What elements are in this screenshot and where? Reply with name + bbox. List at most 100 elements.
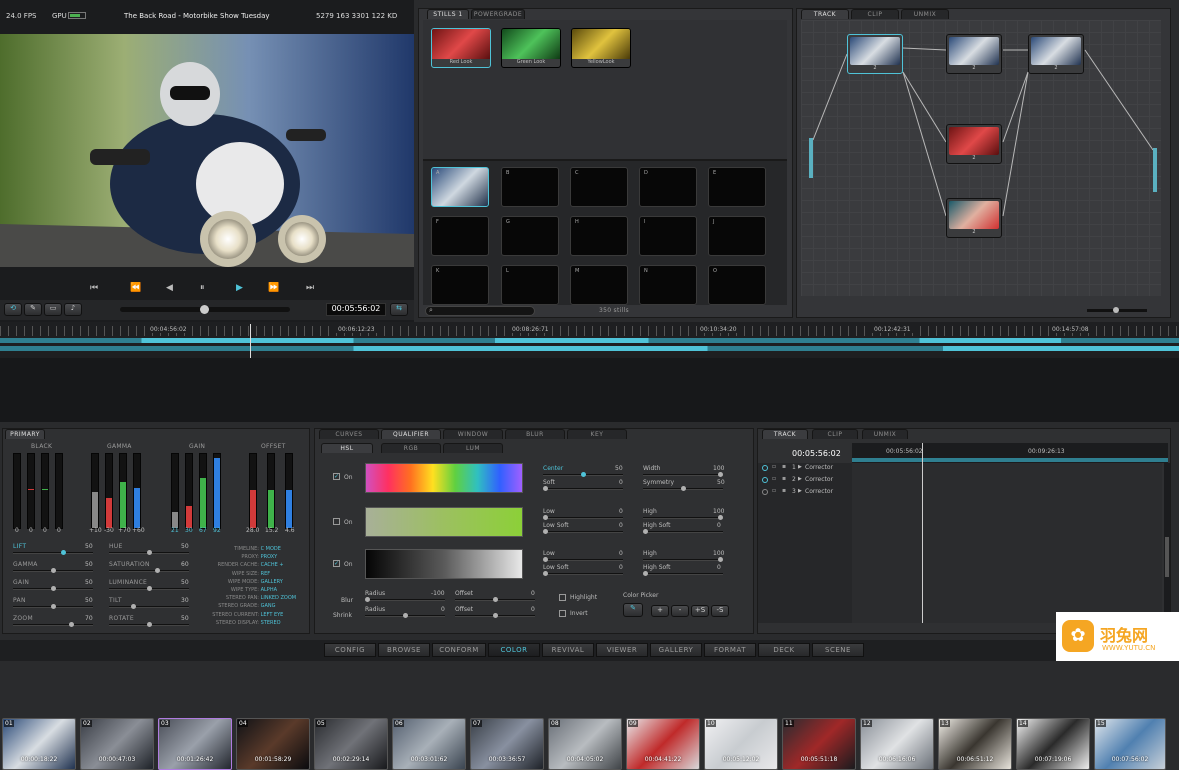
tab-curves[interactable]: CURVES (319, 429, 379, 439)
go-to-start-icon[interactable]: ⏮ (90, 283, 98, 293)
still-slot-o[interactable]: O (708, 265, 766, 305)
picker-add-button[interactable]: + (651, 605, 669, 617)
tab-blur[interactable]: BLUR (505, 429, 565, 439)
still-slot-b[interactable]: B (501, 167, 559, 207)
picker-add-soft-button[interactable]: +S (691, 605, 709, 617)
tab-primary[interactable]: PRIMARY (5, 429, 45, 439)
luminance-gradient[interactable] (365, 549, 523, 579)
track-row[interactable]: ▫ ▪ 3 ▶ Corrector (762, 487, 850, 499)
sat-high-soft-slider[interactable] (643, 529, 723, 534)
loop-tool-icon[interactable]: ⟲ (4, 303, 22, 316)
lum-low-slider[interactable] (543, 557, 623, 562)
still-slot-e[interactable]: E (708, 167, 766, 207)
black-red-meter[interactable] (27, 453, 35, 529)
clip-07[interactable]: 07 00:03:36:57 (470, 718, 544, 770)
page-scene[interactable]: SCENE (812, 643, 864, 657)
track-row[interactable]: ▫ ▪ 2 ▶ Corrector (762, 475, 850, 487)
still-slot-i[interactable]: I (639, 216, 697, 256)
tab-track[interactable]: TRACK (801, 9, 849, 19)
lock-icon[interactable]: ▫ (772, 487, 776, 494)
still-slot-l[interactable]: L (501, 265, 559, 305)
tab-qualifier[interactable]: QUALIFIER (381, 429, 441, 439)
go-to-end-icon[interactable]: ⏭ (306, 283, 314, 293)
sat-high-slider[interactable] (643, 515, 723, 520)
gamma-blue-meter[interactable] (133, 453, 141, 529)
still-slot-f[interactable]: F (431, 216, 489, 256)
rewind-icon[interactable]: ⏪ (130, 283, 141, 293)
step-back-icon[interactable]: ◀ (166, 283, 173, 293)
still-green-look[interactable]: Green Look (501, 28, 561, 68)
still-red-look[interactable]: Red Look (431, 28, 491, 68)
output-handle[interactable] (1153, 148, 1157, 192)
clip-08[interactable]: 08 00:04:05:02 (548, 718, 622, 770)
page-color[interactable]: COLOR (488, 643, 540, 657)
sat-low-soft-slider[interactable] (543, 529, 623, 534)
tilt-slider[interactable] (109, 604, 189, 609)
tab-powergrade[interactable]: POWERGRADE (471, 9, 525, 19)
page-conform[interactable]: CONFORM (432, 643, 486, 657)
hue-slider[interactable] (109, 550, 189, 555)
playhead[interactable] (250, 324, 251, 358)
invert-checkbox[interactable] (559, 610, 566, 617)
clip-05[interactable]: 05 00:02:29:14 (314, 718, 388, 770)
lift-slider[interactable] (13, 550, 93, 555)
tab-rgb[interactable]: RGB (381, 443, 441, 453)
center-slider[interactable] (543, 472, 623, 477)
still-slot-g[interactable]: G (501, 216, 559, 256)
clip-06[interactable]: 06 00:03:01:62 (392, 718, 466, 770)
tab-clip[interactable]: CLIP (851, 9, 899, 19)
eyedropper-icon[interactable]: ✎ (623, 603, 643, 617)
lum-low-soft-slider[interactable] (543, 571, 623, 576)
tab-stills-1[interactable]: STILLS 1 (427, 9, 469, 19)
saturation-gradient[interactable] (365, 507, 523, 537)
shrink-offset-slider[interactable] (455, 613, 535, 618)
page-config[interactable]: CONFIG (324, 643, 376, 657)
active-dot-icon[interactable] (762, 477, 768, 483)
lock-icon[interactable]: ▫ (772, 475, 776, 482)
clip-14[interactable]: 14 00:07:19:06 (1016, 718, 1090, 770)
node-zoom-slider[interactable] (1087, 307, 1147, 313)
node-5[interactable]: 2 (946, 198, 1002, 238)
black-green-meter[interactable] (41, 453, 49, 529)
track-playhead[interactable] (922, 443, 923, 623)
node-4[interactable]: 2 (946, 124, 1002, 164)
blur-radius-slider[interactable] (365, 597, 445, 602)
sat-checkbox[interactable] (333, 518, 340, 525)
still-slot-a[interactable]: A (431, 167, 489, 207)
width-slider[interactable] (643, 472, 723, 477)
tab-hsl[interactable]: HSL (321, 443, 373, 453)
expand-arrow-icon[interactable]: ▶ (798, 488, 802, 494)
gamma-master-meter[interactable] (91, 453, 99, 529)
visible-icon[interactable]: ▪ (782, 487, 786, 494)
visible-icon[interactable]: ▪ (782, 463, 786, 470)
gain-blue-meter[interactable] (213, 453, 221, 529)
black-master-meter[interactable] (13, 453, 21, 529)
tab-lum[interactable]: LUM (443, 443, 503, 453)
timeline-ruler[interactable]: 00:04:56:02 00:06:12:23 00:08:26:71 00:1… (0, 322, 1179, 358)
node-1[interactable]: 2 (847, 34, 903, 74)
expand-arrow-icon[interactable]: ▶ (798, 464, 802, 470)
tab-key[interactable]: KEY (567, 429, 627, 439)
gain-green-meter[interactable] (199, 453, 207, 529)
still-slot-k[interactable]: K (431, 265, 489, 305)
clip-13[interactable]: 13 00:06:51:12 (938, 718, 1012, 770)
input-handle[interactable] (809, 138, 813, 178)
tab-clip-lower[interactable]: CLIP (812, 429, 858, 439)
still-slot-c[interactable]: C (570, 167, 628, 207)
lock-icon[interactable]: ▫ (772, 463, 776, 470)
tab-window[interactable]: WINDOW (443, 429, 503, 439)
clip-04[interactable]: 04 00:01:58:29 (236, 718, 310, 770)
gamma-green-meter[interactable] (119, 453, 127, 529)
clip-03[interactable]: 03 00:01:26:42 (158, 718, 232, 770)
gain-master-meter[interactable] (171, 453, 179, 529)
track-ruler[interactable]: 00:05:56:02 00:09:26:13 (852, 443, 1168, 463)
gamma-slider[interactable] (13, 568, 93, 573)
node-2[interactable]: 2 (946, 34, 1002, 74)
fast-forward-icon[interactable]: ⏩ (268, 283, 279, 293)
offset-green-meter[interactable] (267, 453, 275, 529)
jog-slider[interactable] (120, 305, 290, 314)
sat-low-slider[interactable] (543, 515, 623, 520)
stills-search-input[interactable]: ⌕ (425, 306, 535, 316)
lum-checkbox[interactable]: ✓ (333, 560, 340, 567)
active-dot-icon[interactable] (762, 489, 768, 495)
